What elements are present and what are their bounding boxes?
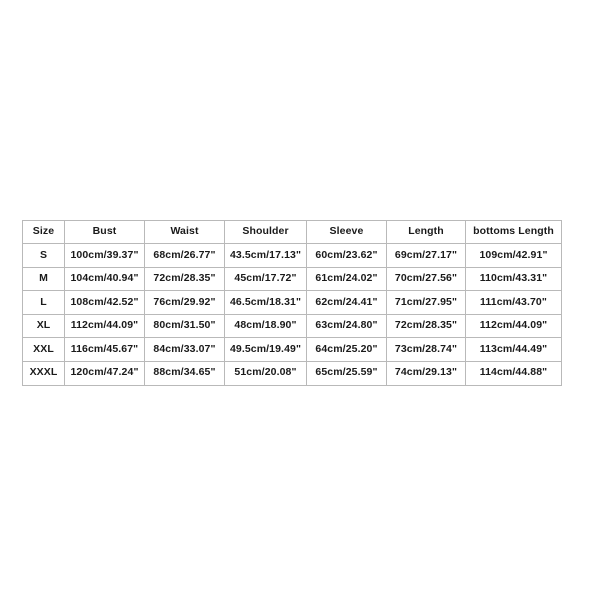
- table-header-row: Size Bust Waist Shoulder Sleeve Length b…: [22, 220, 562, 244]
- cell-shoulder: 43.5cm/17.13": [224, 243, 307, 268]
- cell-waist: 72cm/28.35": [144, 266, 225, 292]
- cell-size: S: [22, 243, 65, 268]
- cell-bottoms-length: 111cm/43.70": [465, 290, 562, 315]
- cell-sleeve: 65cm/25.59": [306, 360, 387, 386]
- cell-shoulder: 51cm/20.08": [224, 360, 307, 386]
- column-header-length: Length: [386, 220, 466, 244]
- column-header-bust: Bust: [64, 220, 145, 244]
- cell-size: XXL: [22, 337, 65, 362]
- cell-shoulder: 45cm/17.72": [224, 266, 307, 292]
- cell-sleeve: 64cm/25.20": [306, 337, 387, 362]
- cell-waist: 80cm/31.50": [144, 313, 225, 339]
- table-row: S 100cm/39.37" 68cm/26.77" 43.5cm/17.13"…: [22, 243, 562, 268]
- cell-bottoms-length: 113cm/44.49": [465, 337, 562, 362]
- cell-bust: 116cm/45.67": [64, 337, 145, 362]
- table-row: XXL 116cm/45.67" 84cm/33.07" 49.5cm/19.4…: [22, 337, 562, 362]
- cell-length: 69cm/27.17": [386, 243, 466, 268]
- size-chart-header: Size Bust Waist Shoulder Sleeve Length b…: [22, 220, 562, 244]
- cell-waist: 84cm/33.07": [144, 337, 225, 362]
- table-row: XL 112cm/44.09" 80cm/31.50" 48cm/18.90" …: [22, 313, 562, 339]
- cell-bottoms-length: 114cm/44.88": [465, 360, 562, 386]
- cell-length: 74cm/29.13": [386, 360, 466, 386]
- cell-bottoms-length: 110cm/43.31": [465, 266, 562, 292]
- cell-bust: 112cm/44.09": [64, 313, 145, 339]
- size-chart-table: Size Bust Waist Shoulder Sleeve Length b…: [22, 220, 562, 386]
- column-header-waist: Waist: [144, 220, 225, 244]
- cell-size: L: [22, 290, 65, 315]
- table-row: XXXL 120cm/47.24" 88cm/34.65" 51cm/20.08…: [22, 360, 562, 386]
- cell-bottoms-length: 109cm/42.91": [465, 243, 562, 268]
- cell-length: 73cm/28.74": [386, 337, 466, 362]
- column-header-size: Size: [22, 220, 65, 244]
- cell-sleeve: 62cm/24.41": [306, 290, 387, 315]
- cell-sleeve: 60cm/23.62": [306, 243, 387, 268]
- cell-shoulder: 48cm/18.90": [224, 313, 307, 339]
- column-header-bottoms-length: bottoms Length: [465, 220, 562, 244]
- cell-bottoms-length: 112cm/44.09": [465, 313, 562, 339]
- cell-waist: 68cm/26.77": [144, 243, 225, 268]
- column-header-sleeve: Sleeve: [306, 220, 387, 244]
- cell-length: 70cm/27.56": [386, 266, 466, 292]
- cell-sleeve: 63cm/24.80": [306, 313, 387, 339]
- size-chart-container: Size Bust Waist Shoulder Sleeve Length b…: [22, 220, 562, 386]
- cell-size: XL: [22, 313, 65, 339]
- cell-shoulder: 46.5cm/18.31": [224, 290, 307, 315]
- cell-shoulder: 49.5cm/19.49": [224, 337, 307, 362]
- cell-bust: 108cm/42.52": [64, 290, 145, 315]
- size-chart-body: S 100cm/39.37" 68cm/26.77" 43.5cm/17.13"…: [22, 243, 562, 386]
- cell-sleeve: 61cm/24.02": [306, 266, 387, 292]
- cell-size: XXXL: [22, 360, 65, 386]
- cell-waist: 76cm/29.92": [144, 290, 225, 315]
- cell-waist: 88cm/34.65": [144, 360, 225, 386]
- column-header-shoulder: Shoulder: [224, 220, 307, 244]
- table-row: M 104cm/40.94" 72cm/28.35" 45cm/17.72" 6…: [22, 266, 562, 292]
- cell-bust: 100cm/39.37": [64, 243, 145, 268]
- table-row: L 108cm/42.52" 76cm/29.92" 46.5cm/18.31"…: [22, 290, 562, 315]
- cell-length: 71cm/27.95": [386, 290, 466, 315]
- cell-size: M: [22, 266, 65, 292]
- cell-length: 72cm/28.35": [386, 313, 466, 339]
- cell-bust: 120cm/47.24": [64, 360, 145, 386]
- cell-bust: 104cm/40.94": [64, 266, 145, 292]
